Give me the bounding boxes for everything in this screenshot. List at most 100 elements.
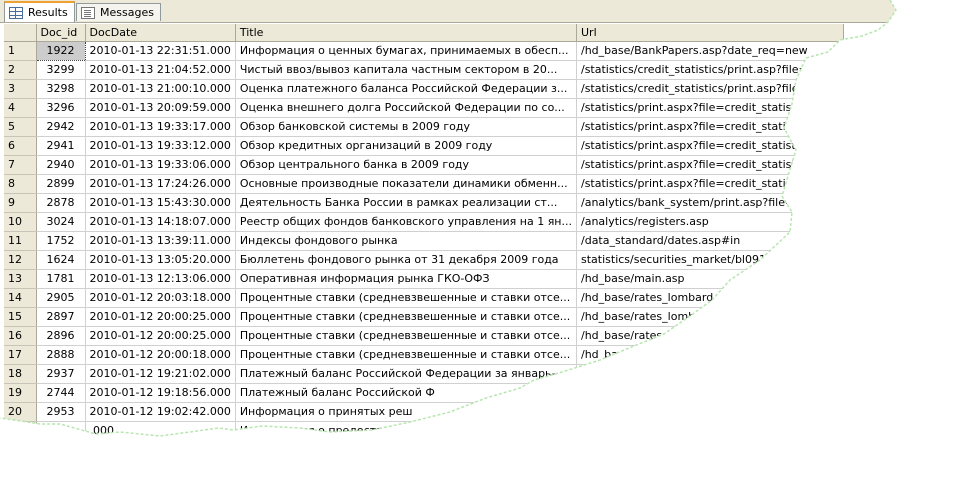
cell-url[interactable]: /hd_base/rates_lo <box>576 345 844 365</box>
cell-url[interactable]: /hd_base/rates_lo <box>576 326 844 346</box>
table-row[interactable]: 17 2888 2010-01-12 20:00:18.000 Процентные … <box>4 345 844 365</box>
row-number[interactable]: 15 <box>4 307 37 327</box>
table-row[interactable]: 2 3299 2010-01-13 21:04:52.000 Чистый ввоз/… <box>4 60 844 80</box>
cell-doc-id[interactable]: 2937 <box>36 364 86 384</box>
row-number[interactable]: 10 <box>4 212 37 232</box>
table-row[interactable]: 3 3298 2010-01-13 21:00:10.000 Оценка плате… <box>4 79 844 99</box>
cell-doc-id[interactable]: 3024 <box>36 212 86 232</box>
cell-url[interactable]: /data_standard/dates.asp#in <box>576 231 844 251</box>
cell-docdate[interactable]: 2010-01-13 21:00:10.000 <box>85 79 236 99</box>
cell-url[interactable] <box>576 421 844 441</box>
cell-title[interactable]: Информация о принятых реш <box>235 402 578 422</box>
cell-url[interactable]: /statistics/print.aspx?file=credit_stati… <box>576 155 844 175</box>
table-row[interactable]: 13 1781 2010-01-13 12:13:06.000 Оперативная… <box>4 269 844 289</box>
table-row[interactable]: 16 2896 2010-01-12 20:00:25.000 Процентные … <box>4 326 844 346</box>
row-number[interactable]: 12 <box>4 250 37 270</box>
cell-doc-id[interactable]: 1922 <box>35 40 86 61</box>
cell-doc-id[interactable]: 2942 <box>36 117 86 137</box>
table-row[interactable]: 18 2937 2010-01-12 19:21:02.000 Платежный б… <box>4 364 844 384</box>
row-number[interactable]: 2 <box>4 60 37 80</box>
table-row[interactable]: 5 2942 2010-01-13 19:33:17.000 Обзор банков… <box>4 117 844 137</box>
row-number[interactable]: 1 <box>4 41 37 61</box>
table-row[interactable]: 10 3024 2010-01-13 14:18:07.000 Реестр общи… <box>4 212 844 232</box>
cell-doc-id[interactable]: 2878 <box>36 193 86 213</box>
column-header-title[interactable]: Title <box>235 24 578 42</box>
cell-docdate[interactable]: 2010-01-13 20:09:59.000 <box>85 98 236 118</box>
cell-url[interactable]: /hd_base/main.asp <box>576 269 844 289</box>
table-row[interactable]: 12 1624 2010-01-13 13:05:20.000 Бюллетень ф… <box>4 250 844 270</box>
table-row[interactable]: 11 1752 2010-01-13 13:39:11.000 Индексы фон… <box>4 231 844 251</box>
cell-title[interactable]: Платежный баланс Российской Ф <box>235 383 578 403</box>
table-row[interactable]: 15 2897 2010-01-12 20:00:25.000 Процентные … <box>4 307 844 327</box>
row-number-header[interactable] <box>4 24 37 42</box>
cell-doc-id[interactable]: 3298 <box>36 79 86 99</box>
cell-docdate[interactable]: 2010-01-12 20:00:25.000 <box>85 326 236 346</box>
table-row[interactable]: 1 1922 2010-01-13 22:31:51.000 Информация о… <box>4 40 844 61</box>
cell-docdate[interactable]: 2010-01-13 19:33:06.000 <box>85 155 236 175</box>
cell-docdate[interactable]: .000 <box>85 421 236 441</box>
cell-doc-id[interactable]: 2744 <box>36 383 86 403</box>
cell-doc-id[interactable]: 2940 <box>36 155 86 175</box>
row-number[interactable]: 7 <box>4 155 37 175</box>
table-row[interactable]: 4 3296 2010-01-13 20:09:59.000 Оценка внешн… <box>4 98 844 118</box>
cell-url[interactable]: /statistics/credit_statistics/print.asp?… <box>576 79 844 99</box>
cell-docdate[interactable]: 2010-01-12 20:00:25.000 <box>85 307 236 327</box>
row-number[interactable]: 16 <box>4 326 37 346</box>
row-number[interactable]: 14 <box>4 288 37 308</box>
row-number[interactable]: 6 <box>4 136 37 156</box>
cell-doc-id[interactable]: 2941 <box>36 136 86 156</box>
cell-title[interactable]: Чистый ввоз/вывоз капитала частным секто… <box>235 60 578 80</box>
table-row[interactable]: 6 2941 2010-01-13 19:33:12.000 Обзор кредит… <box>4 136 844 156</box>
cell-url[interactable]: statistics/securities_market/bl091231.pd… <box>576 250 844 270</box>
cell-title[interactable]: Информация о ценных бумагах, принимаемых… <box>235 41 578 61</box>
row-number[interactable]: 17 <box>4 345 37 365</box>
cell-url[interactable]: /statistics/credit_statistics/print.asp?… <box>576 60 844 80</box>
cell-url[interactable]: /statistics/print.aspx?file=credit_stati… <box>576 117 844 137</box>
cell-doc-id[interactable]: 2953 <box>36 402 86 422</box>
cell-docdate[interactable]: 2010-01-13 17:24:26.000 <box>85 174 236 194</box>
table-row[interactable]: 14 2905 2010-01-12 20:03:18.000 Процентные … <box>4 288 844 308</box>
cell-doc-id[interactable]: 1781 <box>36 269 86 289</box>
cell-title[interactable]: Обзор банковской системы в 2009 году <box>235 117 578 137</box>
cell-url[interactable]: /hd_base/rates_lombard_12m.a <box>576 307 844 327</box>
cell-docdate[interactable]: 2010-01-13 22:31:51.000 <box>85 41 236 61</box>
table-row[interactable]: 19 2744 2010-01-12 19:18:56.000 Платежный б… <box>4 383 844 403</box>
cell-title[interactable]: Оценка платежного баланса Российской Фед… <box>235 79 578 99</box>
cell-title[interactable]: Основные производные показатели динамики… <box>235 174 578 194</box>
column-header-docdate[interactable]: DocDate <box>85 24 236 42</box>
cell-doc-id[interactable]: 3299 <box>36 60 86 80</box>
column-header-doc-id[interactable]: Doc_id <box>36 24 86 42</box>
cell-url[interactable] <box>576 383 844 403</box>
row-number[interactable]: 13 <box>4 269 37 289</box>
cell-title[interactable]: Обзор кредитных организаций в 2009 году <box>235 136 578 156</box>
cell-docdate[interactable]: 2010-01-13 12:13:06.000 <box>85 269 236 289</box>
row-number[interactable]: 5 <box>4 117 37 137</box>
tab-messages[interactable]: Messages <box>76 3 161 21</box>
cell-docdate[interactable]: 2010-01-13 15:43:30.000 <box>85 193 236 213</box>
row-number[interactable]: 19 <box>4 383 37 403</box>
cell-url[interactable]: /analytics/registers.asp <box>576 212 844 232</box>
cell-title[interactable]: Бюллетень фондового рынка от 31 декабря … <box>235 250 578 270</box>
cell-title[interactable]: Реестр общих фондов банковского управлен… <box>235 212 578 232</box>
cell-docdate[interactable]: 2010-01-12 19:02:42.000 <box>85 402 236 422</box>
cell-title[interactable]: Процентные ставки (средневзвешенные и ст… <box>235 345 578 365</box>
row-number[interactable]: 8 <box>4 174 37 194</box>
cell-docdate[interactable]: 2010-01-13 13:05:20.000 <box>85 250 236 270</box>
cell-docdate[interactable]: 2010-01-12 20:00:18.000 <box>85 345 236 365</box>
cell-doc-id[interactable] <box>36 421 86 441</box>
cell-docdate[interactable]: 2010-01-12 20:03:18.000 <box>85 288 236 308</box>
row-number[interactable]: 4 <box>4 98 37 118</box>
cell-title[interactable]: Оперативная информация рынка ГКО-ОФЗ <box>235 269 578 289</box>
cell-doc-id[interactable]: 2899 <box>36 174 86 194</box>
cell-docdate[interactable]: 2010-01-13 19:33:17.000 <box>85 117 236 137</box>
cell-doc-id[interactable]: 2896 <box>36 326 86 346</box>
cell-docdate[interactable]: 2010-01-13 13:39:11.000 <box>85 231 236 251</box>
cell-url[interactable]: /statistics/print.aspx?file=credit_stati… <box>576 136 844 156</box>
table-row[interactable]: 20 2953 2010-01-12 19:02:42.000 Информация … <box>4 402 844 422</box>
cell-title[interactable]: Платежный баланс Российской Федерации за… <box>235 364 578 384</box>
row-number[interactable]: 9 <box>4 193 37 213</box>
cell-title[interactable]: Информация о предостав <box>235 421 578 441</box>
cell-url[interactable]: / <box>576 364 844 384</box>
cell-doc-id[interactable]: 2888 <box>36 345 86 365</box>
cell-url[interactable] <box>576 402 844 422</box>
